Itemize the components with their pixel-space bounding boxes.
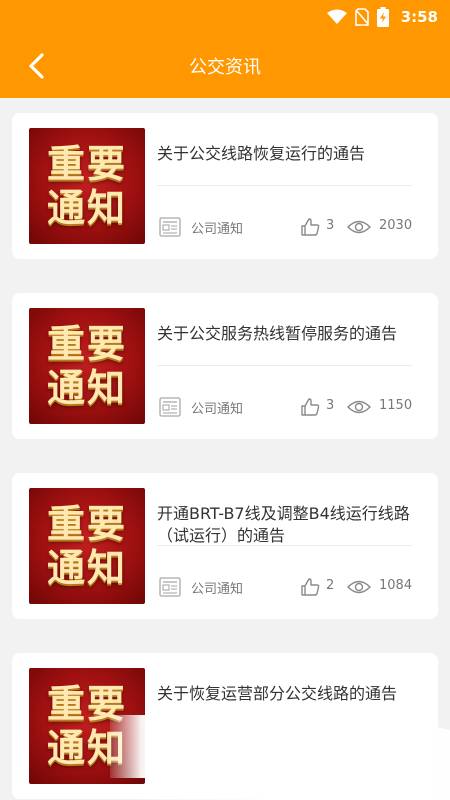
notice-thumbnail: 重要 通知	[29, 488, 145, 604]
eye-icon	[347, 220, 371, 234]
thumbnail-text: 重要	[46, 141, 127, 186]
notice-card[interactable]: 重要 通知 关于恢复运营部分公交线路的通告	[12, 653, 438, 799]
notice-meta: 公司通知 3 2030	[159, 215, 412, 239]
notice-title[interactable]: 关于公交线路恢复运行的通告	[157, 143, 422, 165]
thumbs-up-icon[interactable]	[300, 397, 320, 417]
thumbs-up-icon[interactable]	[300, 577, 320, 597]
status-bar: 3:58	[0, 0, 450, 34]
notice-card[interactable]: 重要 通知 关于公交服务热线暂停服务的通告 公司通知 3 1150	[12, 293, 438, 439]
thumbnail-text: 通知	[46, 545, 127, 590]
divider	[157, 365, 412, 366]
notice-thumbnail: 重要 通知	[29, 128, 145, 244]
notice-title[interactable]: 关于公交服务热线暂停服务的通告	[157, 323, 422, 345]
notice-thumbnail: 重要 通知	[29, 308, 145, 424]
notice-thumbnail: 重要 通知	[29, 668, 145, 784]
thumbnail-text: 通知	[46, 365, 127, 410]
notice-meta: 公司通知 2 1084	[159, 575, 412, 599]
notice-list: 重要 通知 关于公交线路恢复运行的通告 公司通知 3 2030 重要 通知 关于…	[12, 113, 438, 800]
title-bar: 公交资讯	[0, 34, 450, 98]
news-icon	[159, 577, 181, 597]
like-count: 2	[326, 578, 335, 593]
thumbnail-text: 通知	[46, 725, 127, 770]
no-sim-icon	[354, 8, 369, 26]
page-title: 公交资讯	[189, 57, 261, 78]
view-count: 2030	[379, 218, 413, 233]
wifi-icon	[326, 9, 347, 24]
view-count: 1084	[379, 578, 413, 593]
notice-card[interactable]: 重要 通知 开通BRT-B7线及调整B4线运行线路（试运行）的通告 公司通知 2	[12, 473, 438, 619]
notice-meta: 公司通知 3 1150	[159, 395, 412, 419]
thumbnail-text: 重要	[46, 321, 127, 366]
notice-category: 公司通知	[191, 582, 244, 597]
news-icon	[159, 397, 181, 417]
thumbs-up-icon[interactable]	[300, 217, 320, 237]
thumbnail-text: 重要	[46, 501, 127, 546]
status-time: 3:58	[400, 8, 438, 26]
eye-icon	[347, 400, 371, 414]
notice-card[interactable]: 重要 通知 关于公交线路恢复运行的通告 公司通知 3 2030	[12, 113, 438, 259]
like-count: 3	[326, 398, 335, 413]
divider	[157, 545, 412, 546]
notice-category: 公司通知	[191, 222, 244, 237]
back-button[interactable]	[18, 48, 54, 84]
view-count: 1150	[379, 398, 413, 413]
battery-charging-icon	[376, 7, 389, 27]
news-icon	[159, 217, 181, 237]
notice-title[interactable]: 关于恢复运营部分公交线路的通告	[157, 683, 422, 705]
thumbnail-text: 重要	[46, 681, 127, 726]
chevron-left-icon	[29, 53, 44, 79]
eye-icon	[347, 580, 371, 594]
notice-title[interactable]: 开通BRT-B7线及调整B4线运行线路（试运行）的通告	[157, 503, 422, 547]
notice-category: 公司通知	[191, 402, 244, 417]
divider	[157, 185, 412, 186]
thumbnail-text: 通知	[46, 185, 127, 230]
like-count: 3	[326, 218, 335, 233]
app-header: 3:58 公交资讯	[0, 0, 450, 98]
